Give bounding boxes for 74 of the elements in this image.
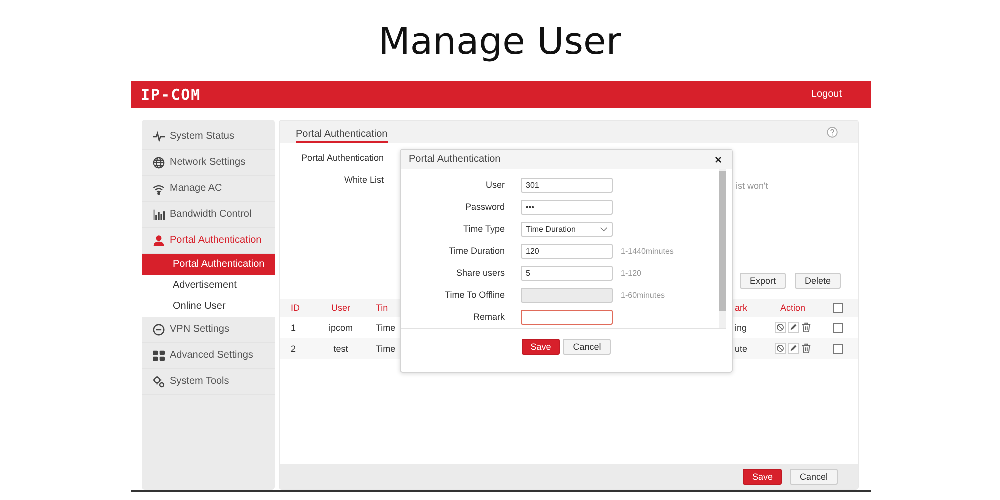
form-label: White List	[343, 175, 384, 187]
person-icon	[153, 234, 165, 246]
tab[interactable]: Portal Authentication	[296, 129, 388, 143]
checkbox[interactable]	[833, 322, 843, 332]
save-button[interactable]: Save	[522, 338, 560, 354]
column-header: ID	[290, 303, 301, 313]
table-cell: Time	[376, 322, 396, 332]
table-cell-text: ute	[735, 344, 749, 354]
pencil-icon[interactable]	[788, 322, 798, 333]
trash-icon[interactable]	[800, 322, 812, 333]
hint-text: 1-1440minutes	[621, 246, 674, 256]
close-button[interactable]: ×	[714, 152, 722, 166]
field-label: Remark	[472, 312, 505, 322]
column-header: ark	[735, 303, 749, 313]
field-label: Password	[464, 202, 505, 212]
field-label: Share users	[455, 268, 505, 278]
logout-link[interactable]: Logout	[811, 89, 842, 100]
sidebar-subitem[interactable]: Portal Authentication	[142, 254, 275, 275]
sidebar-item[interactable]: Bandwidth Control	[142, 202, 275, 228]
field-label: Time Duration	[448, 246, 505, 256]
form-label: Portal Authentication	[300, 153, 384, 165]
sidebar-item[interactable]: Network Settings	[142, 150, 275, 176]
help-icon[interactable]	[827, 127, 838, 138]
field-label: User	[484, 180, 505, 190]
gears-icon	[153, 376, 165, 388]
input-field[interactable]	[521, 310, 613, 324]
cancel-button[interactable]: Cancel	[563, 338, 612, 354]
input-field[interactable]: 5	[521, 266, 613, 280]
input-field[interactable]: •••	[521, 200, 613, 214]
toolbar-button[interactable]: Delete	[794, 273, 841, 289]
table-cell-text: ing	[735, 322, 748, 332]
sidebar-item[interactable]: System Status	[142, 124, 275, 150]
table-cell-text: 1	[290, 322, 298, 332]
pencil-icon[interactable]	[788, 343, 798, 354]
globe-icon	[153, 156, 165, 168]
trash-icon[interactable]	[800, 343, 812, 354]
table-cell-text: test	[332, 344, 350, 354]
grid-icon	[153, 350, 165, 362]
bar-chart-icon	[153, 208, 165, 220]
checkbox[interactable]	[833, 344, 843, 354]
cancel-button[interactable]: Cancel	[790, 468, 838, 484]
column-header: Action	[779, 303, 806, 313]
sidebar-item[interactable]: System Tools	[142, 369, 275, 395]
field-label: Time Type	[462, 224, 505, 234]
wifi-icon	[153, 182, 165, 194]
dropdown[interactable]: Time Duration	[521, 222, 613, 236]
save-button[interactable]: Save	[743, 468, 782, 484]
chevron-down-icon	[600, 226, 608, 232]
page-title: Manage User	[377, 19, 623, 65]
sidebar-item[interactable]: VPN Settings	[142, 317, 275, 343]
dialog-title: Portal Authentication	[409, 154, 501, 165]
toolbar-button[interactable]: Export	[740, 273, 786, 289]
hint-text: 1-120	[621, 268, 642, 278]
disable-icon[interactable]	[774, 322, 786, 333]
table-cell-text: 2	[290, 344, 298, 354]
checkbox[interactable]	[833, 303, 843, 313]
table-cell: Time	[376, 344, 396, 354]
sidebar-item[interactable]: Manage AC	[142, 176, 275, 202]
table-cell-text: ipcom	[328, 322, 354, 332]
hint-text: 1-60minutes	[621, 290, 666, 300]
disable-icon[interactable]	[774, 343, 786, 354]
scrollbar[interactable]	[719, 169, 726, 328]
logo: IP-COM	[141, 86, 202, 104]
pulse-icon	[153, 130, 165, 142]
column-header: Tin	[376, 303, 388, 313]
sidebar-item[interactable]: Advanced Settings	[142, 343, 275, 369]
sidebar-subitem[interactable]: Advertisement	[142, 275, 275, 296]
input-field[interactable]: 120	[521, 244, 613, 258]
vpn-icon	[153, 324, 165, 336]
field-label: Time To Offline	[444, 290, 505, 300]
sidebar-subitem[interactable]: Online User	[142, 296, 275, 317]
note-text: ist won't	[736, 180, 768, 193]
column-header: User	[330, 303, 352, 313]
input-field[interactable]: 301	[521, 178, 613, 192]
